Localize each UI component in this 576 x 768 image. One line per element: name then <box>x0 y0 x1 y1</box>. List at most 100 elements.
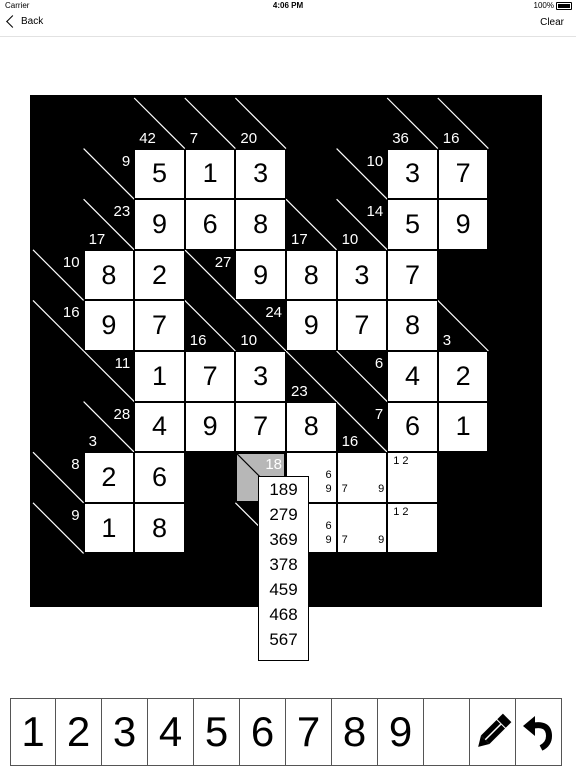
clue-across: 27 <box>214 253 232 271</box>
pencil-mark-cell[interactable]: 79 <box>336 502 388 554</box>
pencil-mark-cell[interactable]: 79 <box>336 452 388 503</box>
digit-key-4[interactable]: 4 <box>148 698 194 766</box>
clue-across: 10 <box>62 253 80 271</box>
clue-across: 9 <box>71 506 80 524</box>
combination-option[interactable]: 459 <box>259 577 308 602</box>
entry-cell[interactable]: 9 <box>286 300 337 351</box>
entry-cell[interactable]: 3 <box>235 148 286 200</box>
entry-cell[interactable]: 7 <box>235 401 286 453</box>
entry-cell[interactable]: 7 <box>387 249 438 301</box>
entry-cell[interactable]: 8 <box>387 300 438 351</box>
entry-cell[interactable]: 9 <box>83 300 135 351</box>
pencil-mark: 6 <box>325 519 332 532</box>
digit-key-5[interactable]: 5 <box>194 698 240 766</box>
entry-cell[interactable]: 6 <box>184 199 236 250</box>
clue-across: 11 <box>114 355 131 372</box>
entry-cell[interactable]: 3 <box>336 249 388 301</box>
entry-cell[interactable]: 7 <box>336 300 388 351</box>
combination-option[interactable]: 369 <box>259 527 308 552</box>
entry-cell[interactable]: 8 <box>286 249 337 301</box>
entry-cell[interactable]: 3 <box>235 351 286 402</box>
digit-key-8[interactable]: 8 <box>332 698 378 766</box>
nav-bar: Back Clear <box>0 12 576 37</box>
combination-option[interactable]: 378 <box>259 552 308 577</box>
pencil-mark: 9 <box>378 483 385 496</box>
clue-down: 3 <box>442 332 452 349</box>
clue-across: 10 <box>366 152 384 170</box>
pencil-mark: 1 2 <box>393 455 409 468</box>
clue-down: 16 <box>341 433 359 451</box>
clue-across: 6 <box>374 355 384 372</box>
entry-cell[interactable]: 2 <box>437 351 489 402</box>
entry-cell[interactable]: 1 <box>437 401 489 453</box>
pencil-mark: 9 <box>325 483 332 496</box>
battery-percent: 100% <box>533 1 554 10</box>
digit-key-7[interactable]: 7 <box>286 698 332 766</box>
combination-option[interactable]: 468 <box>259 602 308 627</box>
entry-cell[interactable]: 9 <box>437 199 489 250</box>
entry-cell[interactable]: 1 <box>134 351 185 402</box>
combination-option[interactable]: 279 <box>259 502 308 527</box>
entry-cell[interactable]: 4 <box>387 351 438 402</box>
pencil-mark: 7 <box>341 533 348 546</box>
digit-key-1[interactable]: 1 <box>10 698 56 766</box>
status-bar: Carrier 4:06 PM 100% <box>0 0 576 12</box>
entry-cell[interactable]: 5 <box>134 148 185 200</box>
pencil-mark-cell[interactable]: 1 2 <box>387 452 438 503</box>
pencil-mark: 6 <box>325 469 332 482</box>
clue-down: 10 <box>240 332 258 349</box>
entry-cell[interactable]: 2 <box>83 452 135 503</box>
entry-cell[interactable]: 4 <box>134 401 185 453</box>
clue-across: 9 <box>121 152 131 170</box>
clue-across: 28 <box>113 405 131 423</box>
entry-cell[interactable]: 7 <box>437 148 489 200</box>
entry-cell[interactable]: 9 <box>235 249 286 301</box>
clue-down: 3 <box>88 433 97 451</box>
battery-icon <box>556 2 572 10</box>
entry-cell[interactable]: 7 <box>134 300 185 351</box>
clue-across: 14 <box>366 203 384 221</box>
blank-key[interactable] <box>424 698 470 766</box>
pencil-mark-cell[interactable]: 1 2 <box>387 502 438 554</box>
entry-cell[interactable]: 6 <box>134 452 185 503</box>
digit-key-3[interactable]: 3 <box>102 698 148 766</box>
entry-cell[interactable]: 9 <box>184 401 236 453</box>
pencil-mark: 9 <box>325 533 332 546</box>
clue-across: 18 <box>265 456 282 474</box>
chevron-left-icon <box>6 15 19 28</box>
entry-cell[interactable]: 8 <box>83 249 135 301</box>
entry-cell[interactable]: 8 <box>134 502 185 554</box>
entry-cell[interactable]: 9 <box>134 199 185 250</box>
entry-cell[interactable]: 8 <box>286 401 337 453</box>
pencil-mark: 9 <box>378 533 385 546</box>
clue-across: 16 <box>62 304 80 322</box>
clue-down: 42 <box>139 129 156 147</box>
status-time: 4:06 PM <box>272 1 304 10</box>
entry-cell[interactable]: 5 <box>387 199 438 250</box>
digit-key-9[interactable]: 9 <box>378 698 424 766</box>
pencil-icon <box>477 713 511 747</box>
clear-button[interactable]: Clear <box>540 17 564 28</box>
entry-cell[interactable]: 2 <box>134 249 185 301</box>
combination-option[interactable]: 567 <box>259 627 308 652</box>
clue-across: 23 <box>113 203 131 221</box>
entry-cell[interactable]: 6 <box>387 401 438 453</box>
clue-down: 17 <box>291 230 308 248</box>
digit-key-2[interactable]: 2 <box>56 698 102 766</box>
clue-down: 10 <box>341 230 359 248</box>
entry-cell[interactable]: 7 <box>184 351 236 402</box>
entry-cell[interactable]: 1 <box>184 148 236 200</box>
combination-popup: 189 279 369 378 459 468 567 <box>258 476 309 661</box>
clue-down: 36 <box>392 129 409 147</box>
entry-cell[interactable]: 1 <box>83 502 135 554</box>
pencil-mode-button[interactable] <box>470 698 516 766</box>
entry-cell[interactable]: 8 <box>235 199 286 250</box>
combination-option[interactable]: 189 <box>259 477 308 502</box>
undo-button[interactable] <box>516 698 562 766</box>
back-button[interactable]: Back <box>6 15 43 28</box>
clue-down: 20 <box>240 129 258 147</box>
digit-key-6[interactable]: 6 <box>240 698 286 766</box>
pencil-mark: 1 2 <box>393 505 409 518</box>
entry-cell[interactable]: 3 <box>387 148 438 200</box>
clue-down: 23 <box>291 382 308 400</box>
